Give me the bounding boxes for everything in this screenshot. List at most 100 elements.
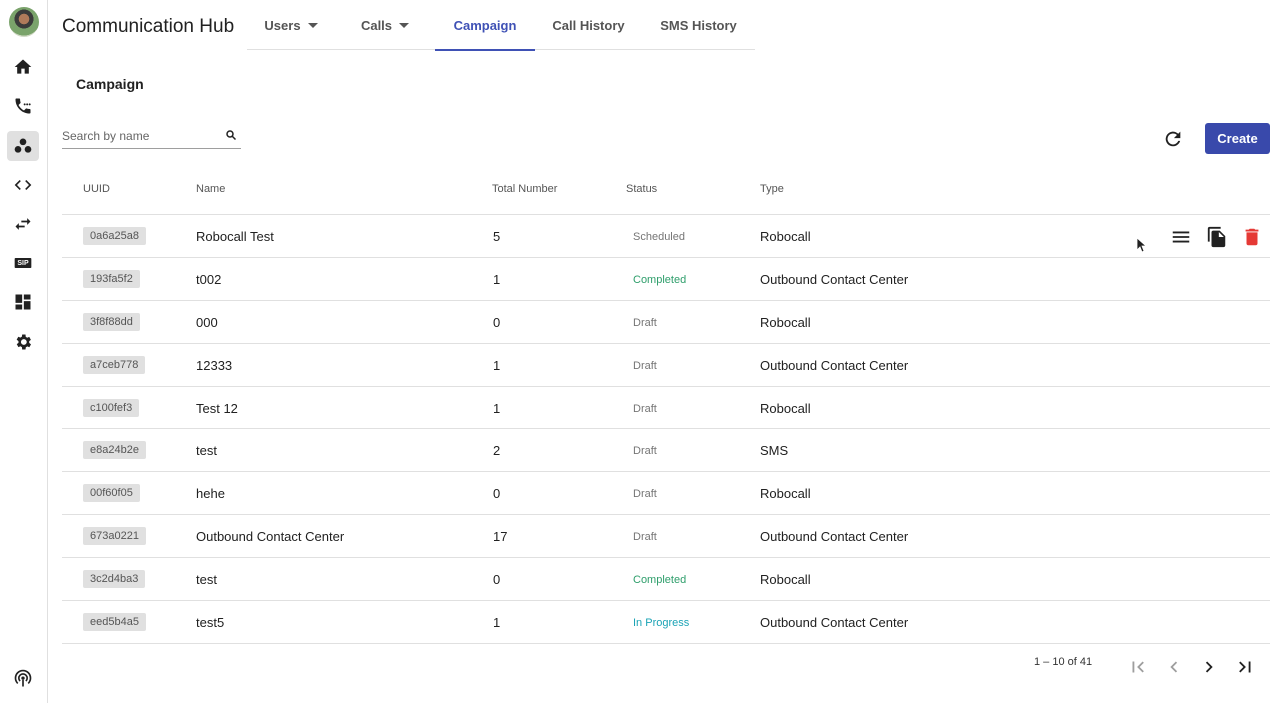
uuid-chip[interactable]: 3f8f88dd xyxy=(83,312,140,331)
table-row[interactable]: 00f60f05 hehe 0 Draft Robocall xyxy=(62,472,1270,516)
campaign-name: t002 xyxy=(196,271,222,287)
campaign-type: Robocall xyxy=(760,400,811,416)
uuid-chip[interactable]: 00f60f05 xyxy=(83,484,140,503)
sip-icon[interactable]: SIP xyxy=(7,248,39,278)
campaign-table: UUID Name Total Number Status Type 0a6a2… xyxy=(62,168,1270,644)
tab-label: Call History xyxy=(552,17,625,33)
uuid-chip[interactable]: 0a6a25a8 xyxy=(83,227,146,245)
next-page-icon[interactable] xyxy=(1198,656,1220,678)
campaign-name: Outbound Contact Center xyxy=(196,529,345,545)
avatar[interactable] xyxy=(9,7,39,37)
campaign-type: Outbound Contact Center xyxy=(760,529,909,545)
first-page-icon[interactable] xyxy=(1127,656,1149,678)
status-badge: Draft xyxy=(633,402,657,415)
campaign-type: Outbound Contact Center xyxy=(760,271,909,287)
header-uuid[interactable]: UUID xyxy=(83,183,110,195)
header-name[interactable]: Name xyxy=(196,183,225,195)
phone-call-icon[interactable] xyxy=(7,91,39,121)
status-badge: Draft xyxy=(633,316,657,329)
code-icon[interactable] xyxy=(7,170,39,200)
table-row[interactable]: 3f8f88dd 000 0 Draft Robocall xyxy=(62,301,1270,344)
status-badge: In Progress xyxy=(633,617,690,630)
campaign-name: Test 12 xyxy=(196,400,238,416)
tab-label: Users xyxy=(264,17,301,33)
pagination-range: 1 – 10 of 41 xyxy=(1034,656,1093,668)
campaign-type: Outbound Contact Center xyxy=(760,615,909,631)
campaign-type: Outbound Contact Center xyxy=(760,357,909,373)
table-row[interactable]: 193fa5f2 t002 1 Completed Outbound Contact C… xyxy=(62,258,1270,301)
total-number: 0 xyxy=(493,486,501,502)
status-badge: Draft xyxy=(633,359,657,372)
total-number: 0 xyxy=(493,314,501,330)
caret-down-icon xyxy=(307,22,318,28)
total-number: 1 xyxy=(493,615,501,631)
total-number: 17 xyxy=(493,529,508,545)
campaign-type: SMS xyxy=(760,443,789,459)
uuid-chip[interactable]: e8a24b2e xyxy=(83,441,146,460)
header-total[interactable]: Total Number xyxy=(492,183,557,195)
top-tabs: Users Calls Campaign Call History SMS Hi… xyxy=(247,0,755,51)
header-type[interactable]: Type xyxy=(760,183,784,195)
mouse-cursor-icon xyxy=(1136,237,1148,253)
campaign-name: hehe xyxy=(196,486,225,502)
header-status[interactable]: Status xyxy=(626,183,657,195)
broadcast-icon[interactable] xyxy=(7,664,39,694)
status-badge: Draft xyxy=(633,488,657,501)
uuid-chip[interactable]: 193fa5f2 xyxy=(83,269,140,288)
search-icon[interactable] xyxy=(225,129,237,141)
campaign-icon[interactable] xyxy=(7,131,39,161)
campaign-name: test xyxy=(196,443,217,459)
table-row[interactable]: 3c2d4ba3 test 0 Completed Robocall xyxy=(62,558,1270,602)
table-row[interactable]: 0a6a25a8 Robocall Test 5 Scheduled Robocall xyxy=(62,215,1270,258)
campaign-name: test5 xyxy=(196,615,225,631)
tab-calls[interactable]: Calls xyxy=(335,0,435,50)
caret-down-icon xyxy=(399,22,410,28)
total-number: 0 xyxy=(493,572,501,588)
delete-icon[interactable] xyxy=(1241,226,1263,248)
search-input[interactable] xyxy=(62,124,212,148)
campaign-name: Robocall Test xyxy=(196,229,274,244)
search-box xyxy=(62,124,241,149)
tab-label: Campaign xyxy=(453,17,517,33)
sip-label: SIP xyxy=(17,259,29,267)
total-number: 1 xyxy=(493,400,501,416)
table-row[interactable]: a7ceb778 12333 1 Draft Outbound Contact Cent… xyxy=(62,344,1270,387)
status-badge: Draft xyxy=(633,531,657,544)
tab-sms-history[interactable]: SMS History xyxy=(642,0,755,50)
settings-icon[interactable] xyxy=(7,327,39,357)
table-row[interactable]: e8a24b2e test 2 Draft SMS xyxy=(62,429,1270,473)
uuid-chip[interactable]: c100fef3 xyxy=(83,398,140,417)
tab-call-history[interactable]: Call History xyxy=(535,0,642,50)
campaign-name: test xyxy=(196,572,217,588)
tab-users[interactable]: Users xyxy=(247,0,335,50)
app-title: Communication Hub xyxy=(62,16,235,37)
campaign-type: Robocall xyxy=(760,486,811,502)
home-icon[interactable] xyxy=(7,52,39,82)
swap-icon[interactable] xyxy=(7,209,39,239)
dashboard-icon[interactable] xyxy=(7,287,39,317)
campaign-type: Robocall xyxy=(760,572,811,588)
total-number: 1 xyxy=(493,271,501,287)
table-row[interactable]: eed5b4a5 test5 1 In Progress Outbound Contac… xyxy=(62,601,1270,644)
uuid-chip[interactable]: eed5b4a5 xyxy=(83,613,146,632)
uuid-chip[interactable]: 3c2d4ba3 xyxy=(83,570,146,589)
refresh-icon[interactable] xyxy=(1162,128,1184,150)
uuid-chip[interactable]: 673a0221 xyxy=(83,527,146,546)
campaign-type: Robocall xyxy=(760,314,811,330)
status-badge: Completed xyxy=(633,574,687,587)
sidebar-rail: SIP xyxy=(0,0,48,703)
tab-campaign[interactable]: Campaign xyxy=(435,0,535,51)
create-button[interactable]: Create xyxy=(1205,123,1270,154)
uuid-chip[interactable]: a7ceb778 xyxy=(83,355,146,374)
table-row[interactable]: 673a0221 Outbound Contact Center 17 Draft Ou… xyxy=(62,515,1270,559)
campaign-name: 12333 xyxy=(196,357,233,373)
menu-icon[interactable] xyxy=(1170,226,1192,248)
status-badge: Completed xyxy=(633,273,687,286)
last-page-icon[interactable] xyxy=(1234,656,1256,678)
table-row[interactable]: c100fef3 Test 12 1 Draft Robocall xyxy=(62,387,1270,430)
tab-label: Calls xyxy=(360,17,393,33)
campaign-name: 000 xyxy=(196,314,218,330)
total-number: 2 xyxy=(493,443,501,459)
prev-page-icon[interactable] xyxy=(1163,656,1185,678)
copy-icon[interactable] xyxy=(1206,226,1228,248)
